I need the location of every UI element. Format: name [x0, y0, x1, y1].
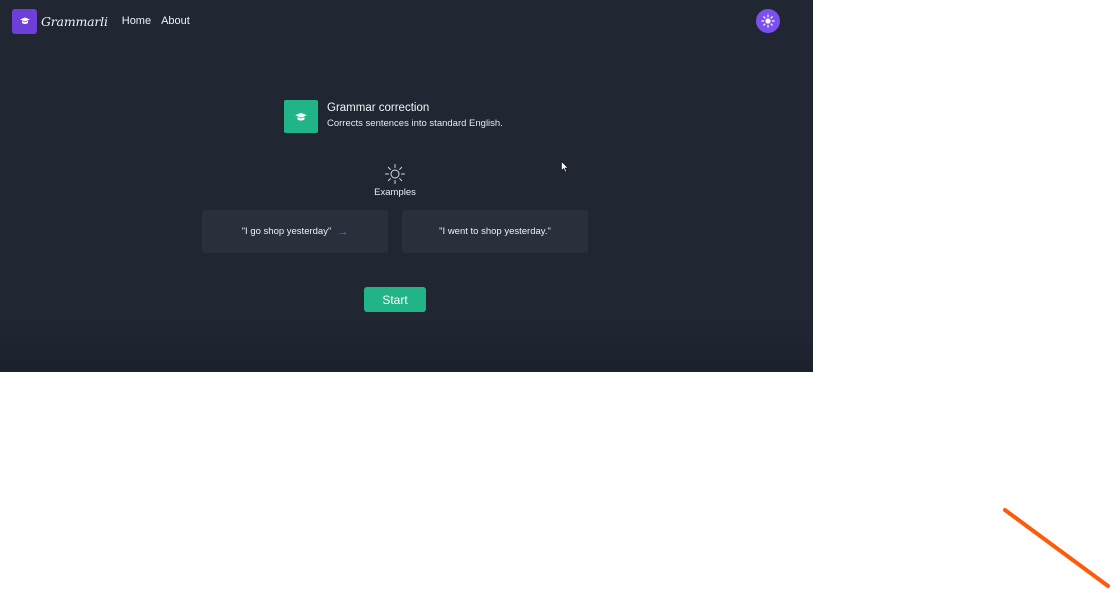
example-input-text: "I go shop yesterday": [241, 226, 332, 237]
arrow-right-icon: →: [337, 225, 349, 238]
start-button[interactable]: Start: [364, 287, 426, 312]
app-window: Grammarli Home About Grammar correction …: [0, 0, 813, 372]
tool-icon-box: [284, 100, 318, 133]
tool-title: Grammar correction: [327, 102, 430, 114]
tool-description: Corrects sentences into standard English…: [327, 118, 503, 129]
top-nav: Grammarli Home About: [12, 8, 200, 34]
mouse-cursor-icon: [561, 161, 569, 173]
theme-toggle-button[interactable]: [756, 9, 780, 33]
sun-icon: [761, 14, 775, 28]
example-output-text: "I went to shop yesterday.": [439, 226, 551, 237]
logo[interactable]: [12, 8, 37, 34]
nav-link-about[interactable]: About: [161, 15, 190, 27]
graduation-cap-icon: [295, 112, 307, 120]
examples-heading: Examples: [374, 187, 416, 198]
brand-name[interactable]: Grammarli: [41, 14, 108, 29]
nav-link-home[interactable]: Home: [122, 15, 151, 27]
graduation-cap-icon: [19, 17, 30, 24]
example-input-card[interactable]: "I go shop yesterday" →: [202, 210, 388, 253]
example-output-card[interactable]: "I went to shop yesterday.": [402, 210, 588, 253]
sun-icon: [385, 164, 405, 184]
